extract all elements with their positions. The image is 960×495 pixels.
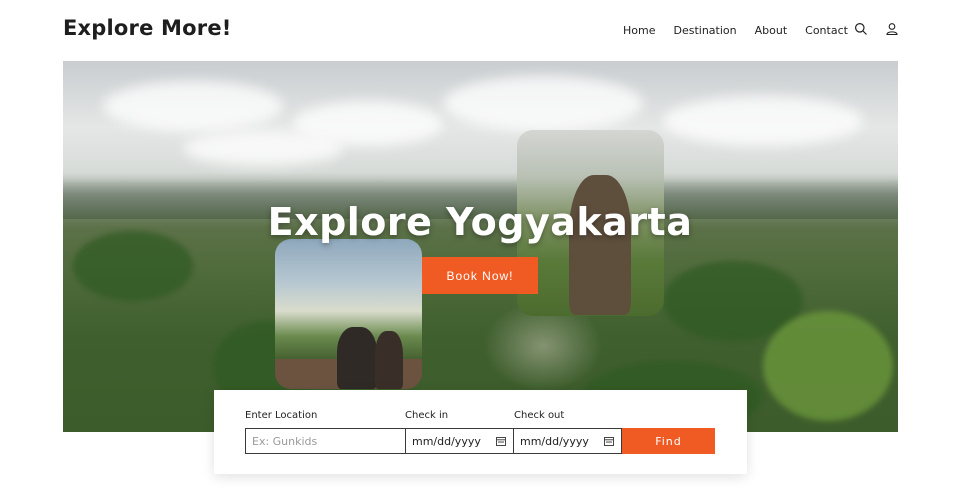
brand-logo[interactable]: Explore More! [63, 16, 232, 40]
hero-banner [63, 61, 898, 432]
search-card: Enter Location Check in Check out Ex: Gu… [214, 390, 747, 474]
checkout-label: Check out [514, 410, 565, 421]
site-header: Explore More! Home Destination About Con… [0, 0, 960, 60]
book-now-button[interactable]: Book Now! [422, 257, 538, 294]
hero-title: Explore Yogyakarta [267, 200, 693, 244]
forest [763, 311, 893, 421]
search-icon[interactable] [854, 22, 868, 36]
user-icon[interactable] [885, 22, 899, 36]
cloud [663, 96, 863, 146]
checkout-value: mm/dd/yyyy [520, 434, 589, 448]
person-figure [375, 331, 403, 389]
nav-destination[interactable]: Destination [673, 24, 736, 37]
nav-contact[interactable]: Contact [805, 24, 848, 37]
location-input[interactable]: Ex: Gunkids [245, 428, 406, 454]
location-label: Enter Location [245, 410, 318, 421]
location-placeholder: Ex: Gunkids [252, 434, 318, 448]
checkout-date-input[interactable]: mm/dd/yyyy [513, 428, 622, 454]
person-figure [337, 327, 377, 389]
cloud [443, 76, 643, 131]
cloud [103, 81, 283, 131]
checkin-label: Check in [405, 410, 449, 421]
checkin-date-input[interactable]: mm/dd/yyyy [405, 428, 514, 454]
person-figure [569, 175, 631, 315]
nav-home[interactable]: Home [623, 24, 655, 37]
main-nav: Home Destination About Contact [623, 24, 866, 37]
nav-about[interactable]: About [755, 24, 788, 37]
calendar-icon[interactable] [604, 436, 614, 446]
checkin-value: mm/dd/yyyy [412, 434, 481, 448]
calendar-icon[interactable] [496, 436, 506, 446]
cloud [183, 131, 343, 166]
photo-card-friends [275, 239, 422, 389]
find-button[interactable]: Find [622, 428, 715, 454]
